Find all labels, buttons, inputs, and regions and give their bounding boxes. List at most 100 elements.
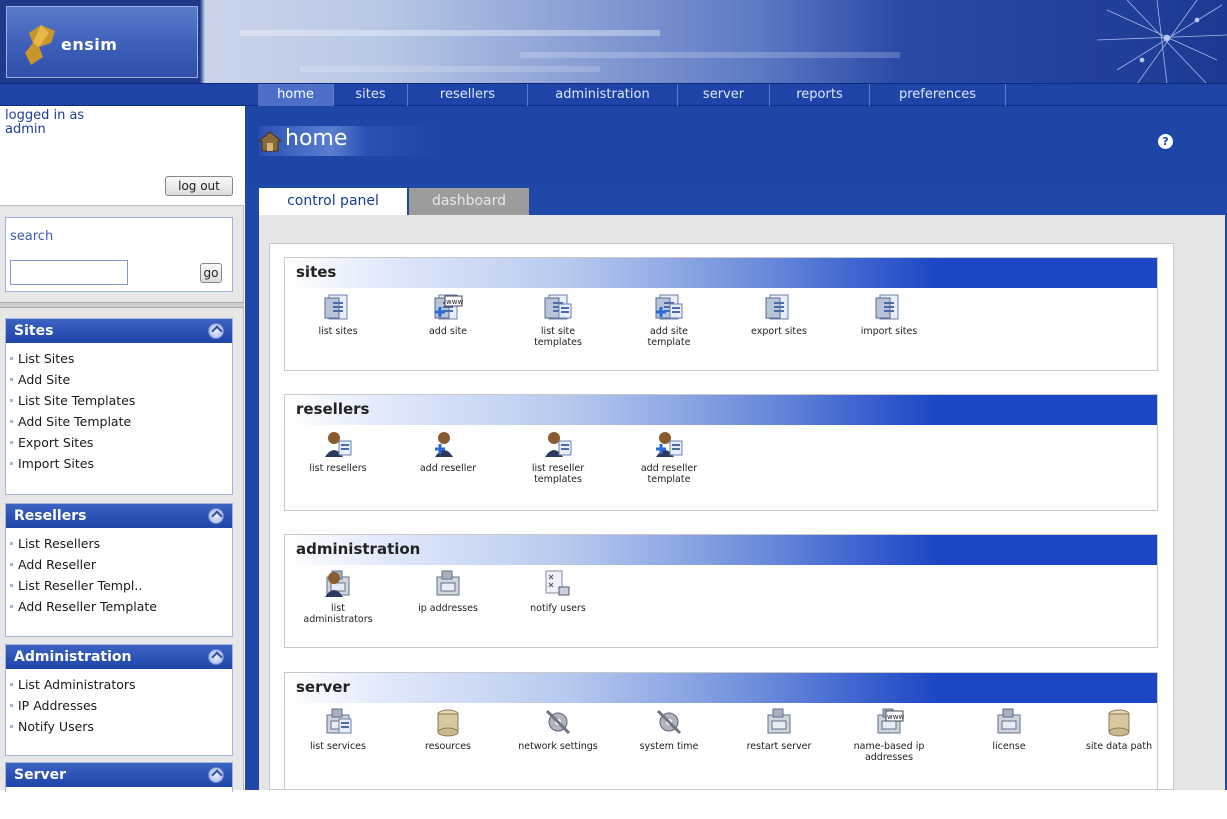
section-item-list-reseller-templates[interactable]: list reseller templates: [503, 429, 613, 485]
nav-tab-resellers[interactable]: resellers: [408, 84, 528, 106]
section-administration: administration list administrators ip addr…: [284, 534, 1158, 648]
section-item-list-services[interactable]: list services: [283, 707, 393, 752]
collapse-icon[interactable]: [208, 767, 224, 783]
nav-tab-server[interactable]: server: [678, 84, 770, 106]
search-go-button[interactable]: go: [200, 263, 222, 283]
collapse-icon[interactable]: [208, 323, 224, 339]
main-area: home ? control panel dashboard sites lis…: [245, 106, 1227, 790]
section-item-ip-addresses[interactable]: ip addresses: [393, 569, 503, 614]
section-item-site-data-path[interactable]: site data path: [1064, 707, 1174, 752]
site-data-path-icon: [1108, 709, 1130, 737]
section-item-list-site-templates[interactable]: list site templates: [503, 292, 613, 348]
sidebar-divider: [0, 302, 244, 308]
section-resellers: resellers list resellers add reseller list…: [284, 394, 1158, 511]
sidebar-panel-header[interactable]: Administration: [6, 645, 232, 669]
name-based-ip-addresses-icon: www: [877, 708, 904, 734]
svg-text:www: www: [887, 713, 904, 721]
logout-button[interactable]: log out: [165, 176, 233, 196]
list-site-templates-icon: [544, 294, 572, 320]
section-item-license[interactable]: license: [954, 707, 1064, 752]
header-banner: ensim: [0, 0, 1227, 84]
section-item-label: license: [992, 741, 1026, 752]
sidebar-panel-header[interactable]: Sites: [6, 319, 232, 343]
svg-text:www: www: [446, 298, 463, 306]
sidebar-panel-header[interactable]: Server: [6, 763, 232, 787]
sidebar-item-list-sites[interactable]: List Sites: [6, 348, 232, 369]
section-header: administration: [285, 535, 1157, 565]
sidebar-panel-sites: Sites List Sites Add Site List Site Temp…: [5, 318, 233, 495]
sidebar-item-add-site-template[interactable]: Add Site Template: [6, 411, 232, 432]
search-input[interactable]: [10, 260, 128, 285]
sidebar-item-list-resellers[interactable]: List Resellers: [6, 533, 232, 554]
sidebar-item-add-reseller-template[interactable]: Add Reseller Template: [6, 596, 232, 617]
section-item-add-site[interactable]: www add site: [393, 292, 503, 337]
section-sites: sites list sites www add site list site temp…: [284, 257, 1158, 371]
search-box: search go: [5, 217, 233, 292]
section-item-label: add site: [428, 326, 468, 337]
section-item-label: add site template: [647, 326, 691, 348]
sidebar-item-add-reseller[interactable]: Add Reseller: [6, 554, 232, 575]
section-item-add-reseller-template[interactable]: add reseller template: [614, 429, 724, 485]
section-item-label: add reseller: [419, 463, 477, 474]
section-item-restart-server[interactable]: restart server: [724, 707, 834, 752]
nav-tab-reports[interactable]: reports: [770, 84, 870, 106]
section-item-list-sites[interactable]: list sites: [283, 292, 393, 337]
banner-streak: [240, 30, 660, 36]
section-item-notify-users[interactable]: notify users: [503, 569, 613, 614]
section-item-name-based-ip-addresses[interactable]: www name-based ip addresses: [834, 707, 944, 763]
import-sites-icon: [875, 294, 899, 320]
section-item-label: resources: [424, 741, 472, 752]
sidebar-item-list-site-templates[interactable]: List Site Templates: [6, 390, 232, 411]
sidebar-panel-server: Server: [5, 762, 233, 792]
nav-tab-home[interactable]: home: [258, 84, 334, 106]
resources-icon: [437, 709, 459, 737]
section-item-list-administrators[interactable]: list administrators: [283, 569, 393, 625]
section-item-add-site-template[interactable]: add site template: [614, 292, 724, 348]
banner-streak: [300, 66, 600, 72]
section-item-label: list services: [310, 741, 366, 752]
section-item-add-reseller[interactable]: add reseller: [393, 429, 503, 474]
sidebar-item-add-site[interactable]: Add Site: [6, 369, 232, 390]
section-item-import-sites[interactable]: import sites: [834, 292, 944, 337]
section-item-network-settings[interactable]: network settings: [503, 707, 613, 752]
add-site-template-icon: [655, 294, 683, 320]
collapse-icon[interactable]: [208, 649, 224, 665]
section-item-system-time[interactable]: system time: [614, 707, 724, 752]
network-settings-icon: [545, 709, 571, 735]
section-item-label: list administrators: [303, 603, 373, 625]
section-header: resellers: [285, 395, 1157, 425]
logo[interactable]: ensim: [6, 6, 198, 78]
sidebar-item-list-reseller-templates[interactable]: List Reseller Templ..: [6, 575, 232, 596]
section-item-label: import sites: [860, 326, 918, 337]
section-item-label: ip addresses: [418, 603, 478, 614]
section-items: list administrators ip addresses notify use…: [285, 565, 1157, 677]
control-panel-content: sites list sites www add site list site temp…: [259, 215, 1225, 790]
top-nav: home sites resellers administration serv…: [0, 84, 1227, 106]
section-item-label: site data path: [1085, 741, 1153, 752]
section-item-export-sites[interactable]: export sites: [724, 292, 834, 337]
sidebar-item-import-sites[interactable]: Import Sites: [6, 453, 232, 474]
sidebar-item-notify-users[interactable]: Notify Users: [6, 716, 232, 737]
help-icon[interactable]: ?: [1158, 134, 1173, 149]
login-box: logged in as admin log out: [0, 106, 244, 206]
section-items: list services resources network settings sy…: [285, 703, 1157, 819]
section-item-label: export sites: [751, 326, 807, 337]
sidebar-item-export-sites[interactable]: Export Sites: [6, 432, 232, 453]
section-item-resources[interactable]: resources: [393, 707, 503, 752]
section-server: server list services resources network set…: [284, 672, 1158, 790]
tab-control-panel[interactable]: control panel: [259, 188, 407, 215]
list-resellers-icon: [325, 432, 352, 457]
tab-dashboard[interactable]: dashboard: [409, 188, 529, 215]
nav-tab-preferences[interactable]: preferences: [870, 84, 1006, 106]
collapse-icon[interactable]: [208, 508, 224, 524]
sections-container: sites list sites www add site list site temp…: [269, 243, 1174, 790]
sidebar-item-ip-addresses[interactable]: IP Addresses: [6, 695, 232, 716]
nav-tab-administration[interactable]: administration: [528, 84, 678, 106]
section-header: sites: [285, 258, 1157, 288]
sidebar-panel-header[interactable]: Resellers: [6, 504, 232, 528]
section-item-list-resellers[interactable]: list resellers: [283, 429, 393, 474]
section-item-label: notify users: [530, 603, 586, 614]
nav-tab-sites[interactable]: sites: [334, 84, 408, 106]
left-sidebar: logged in as admin log out search go Sit…: [0, 106, 244, 792]
sidebar-item-list-administrators[interactable]: List Administrators: [6, 674, 232, 695]
